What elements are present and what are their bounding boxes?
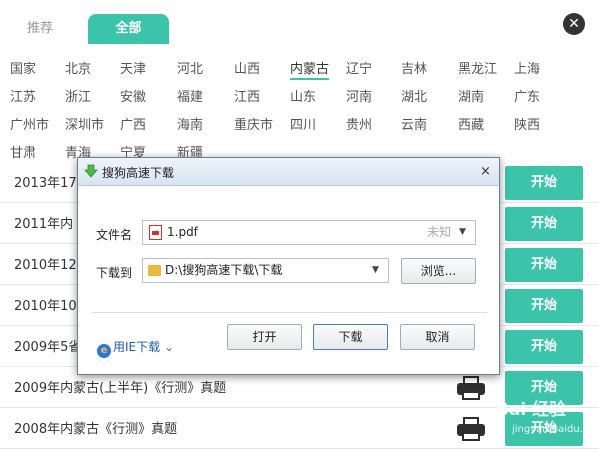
region-item[interactable]: 天津: [120, 58, 146, 77]
region-item[interactable]: 国家: [10, 58, 36, 77]
region-item[interactable]: 深圳市: [65, 114, 104, 133]
chevron-down-icon[interactable]: ▼: [372, 259, 379, 282]
saveto-label: 下载到: [96, 266, 133, 280]
filename-label: 文件名: [96, 228, 133, 242]
exam-title[interactable]: 2010年12: [14, 254, 77, 273]
start-button[interactable]: 开始: [505, 207, 583, 241]
printer-icon[interactable]: [457, 376, 485, 400]
top-tab-bar: 推荐 全部 ✕: [0, 0, 599, 46]
exam-title[interactable]: 2009年5省: [14, 336, 81, 355]
exam-title[interactable]: 2008年内蒙古《行测》真题: [14, 418, 177, 437]
pdf-file-icon: [149, 225, 162, 240]
baidu-watermark: Bai 经验: [496, 400, 567, 420]
download-dialog: 搜狗高速下载 × 文件名 1.pdf 未知 ▼ 下载到 D:\搜狗高速下载\下载…: [77, 157, 500, 375]
start-button[interactable]: 开始: [505, 289, 583, 323]
start-button[interactable]: 开始: [505, 330, 583, 364]
region-item[interactable]: 北京: [65, 58, 91, 77]
region-item[interactable]: 山东: [290, 86, 316, 105]
region-item[interactable]: 湖南: [458, 86, 484, 105]
baidu-watermark-url: jingyan.baidu.com: [512, 424, 599, 435]
region-item[interactable]: 辽宁: [346, 58, 372, 77]
exam-title[interactable]: 2009年内蒙古(上半年)《行测》真题: [14, 377, 226, 396]
region-item[interactable]: 河南: [346, 86, 372, 105]
region-item[interactable]: 湖北: [401, 86, 427, 105]
download-button[interactable]: 下载: [313, 324, 388, 350]
region-item[interactable]: 贵州: [346, 114, 372, 133]
region-item[interactable]: 海南: [177, 114, 203, 133]
region-item[interactable]: 西藏: [458, 114, 484, 133]
filename-value: 1.pdf: [167, 225, 198, 239]
download-arrow-icon: [84, 164, 98, 178]
filename-field[interactable]: 1.pdf 未知 ▼: [142, 220, 476, 245]
region-item[interactable]: 吉林: [401, 58, 427, 77]
dialog-titlebar: 搜狗高速下载 ×: [78, 158, 499, 186]
ie-download-link[interactable]: e 用IE下载 ⌄: [97, 338, 174, 358]
chevron-down-icon[interactable]: ▼: [459, 221, 466, 244]
region-item[interactable]: 河北: [177, 58, 203, 77]
region-item[interactable]: 山西: [234, 58, 260, 77]
region-item[interactable]: 甘肃: [10, 142, 36, 161]
region-item[interactable]: 内蒙古: [290, 58, 330, 80]
ie-icon: e: [97, 344, 111, 358]
region-item[interactable]: 陕西: [514, 114, 540, 133]
save-path-value: D:\搜狗高速下载\下载: [165, 263, 283, 277]
folder-icon: [148, 265, 161, 276]
dialog-close-icon[interactable]: ×: [480, 164, 491, 179]
close-icon[interactable]: ✕: [563, 13, 585, 35]
region-item[interactable]: 江西: [234, 86, 260, 105]
region-item[interactable]: 浙江: [65, 86, 91, 105]
open-button[interactable]: 打开: [227, 324, 302, 350]
exam-title[interactable]: 2010年10: [14, 295, 77, 314]
region-item[interactable]: 上海: [514, 58, 540, 77]
double-chevron-down-icon: ⌄: [163, 340, 175, 354]
region-item[interactable]: 四川: [290, 114, 316, 133]
file-size: 未知: [427, 225, 452, 239]
region-item[interactable]: 重庆市: [234, 114, 273, 133]
region-item[interactable]: 黑龙江: [458, 58, 497, 77]
exam-title[interactable]: 2011年内: [14, 213, 73, 232]
region-item[interactable]: 福建: [177, 86, 203, 105]
start-button[interactable]: 开始: [505, 248, 583, 282]
dialog-title: 搜狗高速下载: [102, 166, 175, 180]
start-button[interactable]: 开始: [505, 166, 583, 200]
region-item[interactable]: 江苏: [10, 86, 36, 105]
dialog-divider: [92, 312, 487, 313]
region-item[interactable]: 广州市: [10, 114, 49, 133]
region-item[interactable]: 云南: [401, 114, 427, 133]
tab-all[interactable]: 全部: [88, 14, 169, 44]
printer-icon[interactable]: [457, 417, 485, 441]
region-item[interactable]: 广东: [514, 86, 540, 105]
cancel-button[interactable]: 取消: [400, 324, 475, 350]
browse-button[interactable]: 浏览...: [401, 258, 476, 284]
ie-download-label: 用IE下载: [113, 340, 161, 354]
tab-recommend[interactable]: 推荐: [10, 14, 70, 44]
region-item[interactable]: 广西: [120, 114, 146, 133]
region-item[interactable]: 安徽: [120, 86, 146, 105]
save-path-select[interactable]: D:\搜狗高速下载\下载 ▼: [142, 258, 389, 283]
exam-title[interactable]: 2013年17: [14, 172, 77, 191]
